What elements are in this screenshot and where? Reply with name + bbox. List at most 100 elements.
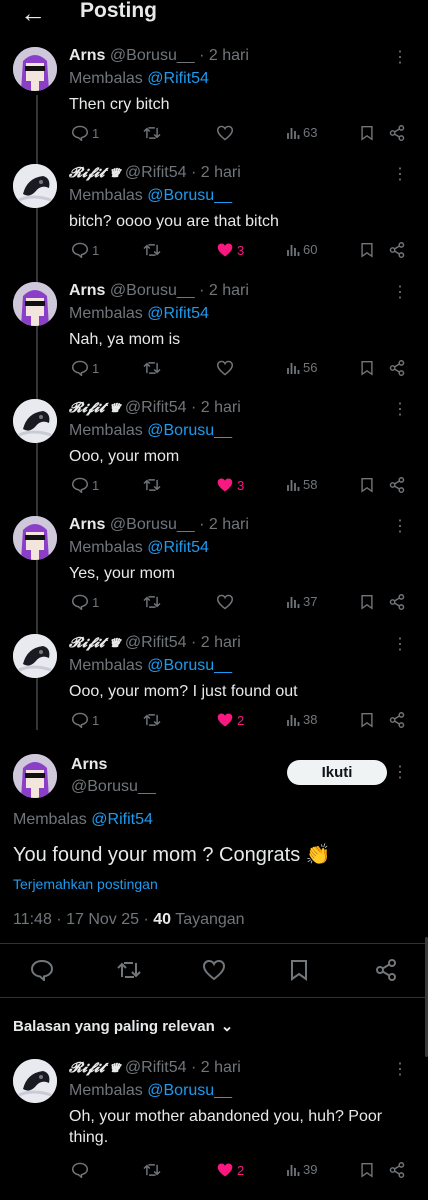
mention-link[interactable]: @Borusu__ [147, 422, 232, 439]
like-button[interactable]: 2 [216, 1162, 244, 1178]
more-options-icon[interactable]: ⋮ [392, 634, 408, 654]
author-name[interactable]: Arns [69, 47, 105, 64]
author-name[interactable]: 𝓡𝓲𝓯𝓲𝓽 ♛ [69, 1060, 120, 1076]
repost-button[interactable] [143, 242, 161, 258]
views-button[interactable]: 39 [286, 1162, 317, 1177]
avatar[interactable] [13, 754, 57, 798]
bookmark-button[interactable] [360, 594, 374, 610]
author-handle[interactable]: @Rifit54 [125, 164, 187, 181]
replying-to: Membalas @Borusu__ [69, 657, 232, 675]
replying-to: Membalas @Borusu__ [69, 187, 232, 205]
like-button[interactable]: 2 [216, 712, 244, 728]
views-button[interactable]: 63 [286, 125, 317, 140]
bookmark-button[interactable] [360, 360, 374, 376]
reply-button[interactable]: 1 [71, 477, 99, 493]
reply-icon[interactable] [30, 959, 54, 981]
author-handle[interactable]: @Rifit54 [125, 399, 187, 416]
mention-link[interactable]: @Rifit54 [91, 811, 153, 828]
views-button[interactable]: 38 [286, 712, 317, 727]
repost-button[interactable] [143, 125, 161, 141]
author-name[interactable]: 𝓡𝓲𝓯𝓲𝓽 ♛ [69, 635, 120, 651]
views-count: 38 [303, 712, 318, 727]
views-count: 60 [303, 242, 318, 257]
views-button[interactable]: 56 [286, 360, 317, 375]
mention-link[interactable]: @Rifit54 [147, 70, 209, 87]
avatar[interactable] [13, 1059, 57, 1103]
share-button[interactable] [388, 712, 406, 728]
heart-icon [216, 125, 234, 141]
avatar[interactable] [13, 634, 57, 678]
avatar[interactable] [13, 399, 57, 443]
views-button[interactable]: 58 [286, 477, 317, 492]
bookmark-button[interactable] [360, 712, 374, 728]
author-name[interactable]: Arns [69, 516, 105, 533]
views-button[interactable]: 37 [286, 594, 317, 609]
mention-link[interactable]: @Rifit54 [147, 539, 209, 556]
reply-sort-dropdown[interactable]: Balasan yang paling relevan ⌄ [13, 1017, 233, 1036]
bookmark-icon[interactable] [289, 959, 309, 981]
heart-icon[interactable] [202, 959, 226, 981]
author-name[interactable]: 𝓡𝓲𝓯𝓲𝓽 ♛ [69, 400, 120, 416]
share-icon[interactable] [374, 959, 398, 981]
mention-link[interactable]: @Borusu__ [147, 187, 232, 204]
repost-icon[interactable] [117, 959, 141, 981]
author-name[interactable]: 𝓡𝓲𝓯𝓲𝓽 ♛ [69, 165, 120, 181]
author-handle[interactable]: @Rifit54 [125, 634, 187, 651]
avatar[interactable] [13, 164, 57, 208]
views-button[interactable]: 60 [286, 242, 317, 257]
bookmark-button[interactable] [360, 1162, 374, 1178]
share-button[interactable] [388, 360, 406, 376]
author-handle[interactable]: @Rifit54 [125, 1059, 187, 1076]
reply-button[interactable]: 1 [71, 594, 99, 610]
more-options-icon[interactable]: ⋮ [392, 1059, 408, 1079]
share-button[interactable] [388, 1162, 406, 1178]
repost-button[interactable] [143, 360, 161, 376]
more-options-icon[interactable]: ⋮ [392, 164, 408, 184]
share-button[interactable] [388, 242, 406, 258]
avatar[interactable] [13, 282, 57, 326]
like-button[interactable] [216, 125, 237, 141]
mention-link[interactable]: @Borusu__ [147, 657, 232, 674]
like-button[interactable]: 3 [216, 477, 244, 493]
author-handle[interactable]: @Borusu__ [110, 282, 195, 299]
reply-button[interactable] [71, 1162, 92, 1178]
arrow-left-icon[interactable]: ← [20, 0, 46, 29]
bookmark-button[interactable] [360, 125, 374, 141]
like-button[interactable] [216, 360, 237, 376]
translate-link[interactable]: Terjemahkan postingan [13, 876, 158, 892]
mention-link[interactable]: @Borusu__ [147, 1082, 232, 1099]
more-options-icon[interactable]: ⋮ [392, 282, 408, 302]
reply-button[interactable]: 1 [71, 242, 99, 258]
share-button[interactable] [388, 477, 406, 493]
bookmark-button[interactable] [360, 242, 374, 258]
repost-button[interactable] [143, 712, 161, 728]
reply-button[interactable]: 1 [71, 125, 99, 141]
repost-button[interactable] [143, 594, 161, 610]
repost-button[interactable] [143, 1162, 161, 1178]
tweet-time: · 2 hari [190, 634, 241, 651]
repost-button[interactable] [143, 477, 161, 493]
author-name[interactable]: Arns [71, 756, 107, 774]
views-count: 63 [303, 125, 318, 140]
bookmark-button[interactable] [360, 477, 374, 493]
author-name[interactable]: Arns [69, 282, 105, 299]
author-handle[interactable]: @Borusu__ [110, 47, 195, 64]
views-count: 58 [303, 477, 318, 492]
avatar[interactable] [13, 47, 57, 91]
post-timestamp: 11:48 · 17 Nov 25 · 40 Tayangan [13, 911, 245, 929]
like-button[interactable]: 3 [216, 242, 244, 258]
like-button[interactable] [216, 594, 237, 610]
mention-link[interactable]: @Rifit54 [147, 305, 209, 322]
author-handle[interactable]: @Borusu__ [71, 778, 156, 796]
share-button[interactable] [388, 594, 406, 610]
follow-button[interactable]: Ikuti [287, 760, 387, 785]
more-options-icon[interactable]: ⋮ [392, 762, 408, 782]
reply-button[interactable]: 1 [71, 712, 99, 728]
more-options-icon[interactable]: ⋮ [392, 399, 408, 419]
avatar[interactable] [13, 516, 57, 560]
share-button[interactable] [388, 125, 406, 141]
reply-button[interactable]: 1 [71, 360, 99, 376]
author-handle[interactable]: @Borusu__ [110, 516, 195, 533]
more-options-icon[interactable]: ⋮ [392, 516, 408, 536]
more-options-icon[interactable]: ⋮ [392, 47, 408, 67]
